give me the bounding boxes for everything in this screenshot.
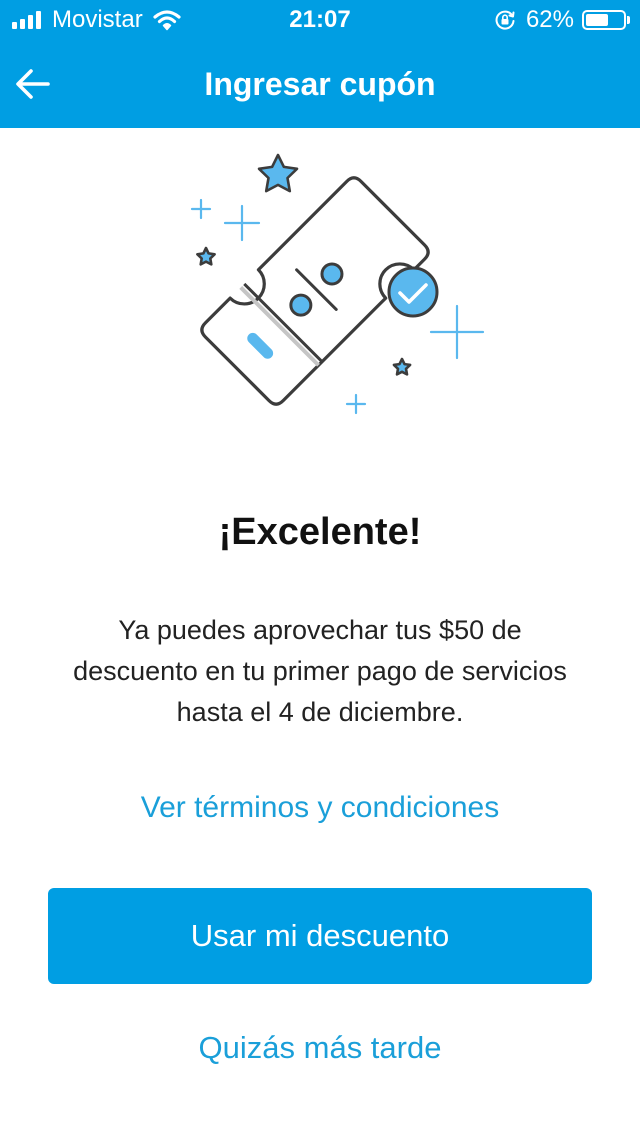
discount-coupon-check-icon [190, 153, 485, 415]
battery-icon [582, 10, 626, 30]
success-headline: ¡Excelente! [218, 511, 422, 553]
battery-level-fill [586, 14, 608, 26]
check-badge-icon [387, 266, 439, 318]
battery-percent: 62% [525, 6, 574, 33]
battery-cap [627, 16, 630, 24]
status-right: 62% [494, 6, 630, 34]
terms-and-conditions-link[interactable]: Ver términos y condiciones [0, 788, 640, 828]
discount-message: Ya puedes aprovechar tus $50 de descuent… [73, 615, 567, 727]
app-header: Movistar 21:07 62% Ingresar cupón [0, 0, 640, 128]
use-discount-button[interactable]: Usar mi descuento [48, 888, 592, 984]
rotation-lock-icon [495, 10, 515, 30]
maybe-later-link[interactable]: Quizás más tarde [0, 1028, 640, 1068]
navigation-bar: Ingresar cupón [0, 40, 640, 128]
status-bar: Movistar 21:07 62% [0, 0, 640, 40]
page-title: Ingresar cupón [204, 66, 436, 102]
coupon-success-screen: Movistar 21:07 62% Ingresar cupón ¡Excel… [0, 0, 640, 1136]
